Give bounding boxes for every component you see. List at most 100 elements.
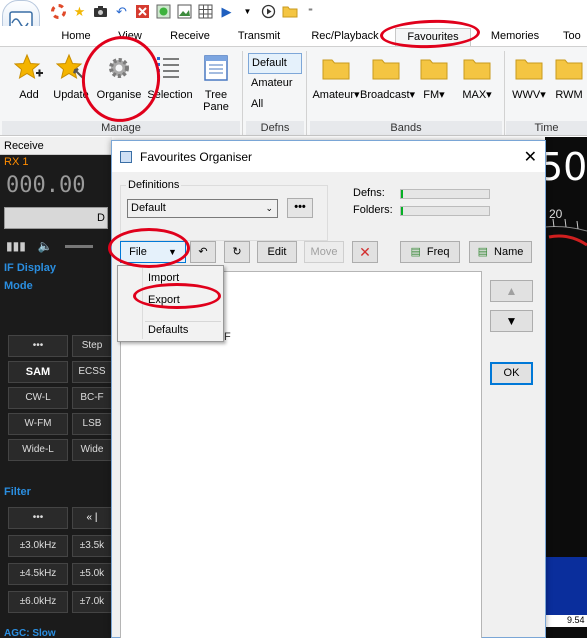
refresh-button[interactable]: ↻ bbox=[224, 241, 250, 263]
sort-freq-button[interactable]: ▤ Freq bbox=[400, 241, 460, 263]
file-menu-button[interactable]: File ▼ bbox=[120, 241, 186, 263]
move-down-button[interactable]: ▼ bbox=[490, 310, 533, 332]
scale-tick-label: 20 bbox=[549, 207, 563, 221]
rx-label: RX 1 bbox=[4, 156, 29, 168]
play-circle-icon[interactable] bbox=[260, 3, 277, 20]
menu-item-defaults[interactable]: Defaults bbox=[148, 320, 188, 340]
filter-3k0-button[interactable]: ±3.0kHz bbox=[8, 535, 68, 557]
menu-item-export[interactable]: Export bbox=[148, 290, 180, 310]
frequency-display[interactable]: 000.00 bbox=[0, 169, 112, 203]
manage-group-label: Manage bbox=[2, 121, 240, 135]
mode-more-button[interactable]: ••• bbox=[8, 335, 68, 357]
delete-button[interactable]: ✕ bbox=[352, 241, 378, 263]
speaker-icon[interactable]: 🔈 bbox=[38, 239, 53, 253]
bands-max-button[interactable]: MAX▾ bbox=[460, 53, 494, 101]
tab-memories[interactable]: Memories bbox=[484, 28, 546, 46]
close-icon[interactable]: ✕ bbox=[524, 147, 537, 167]
signal-bars-icon: ▮▮▮ bbox=[6, 239, 26, 253]
tab-rec-playback[interactable]: Rec/Playback bbox=[306, 28, 384, 46]
grid-icon[interactable] bbox=[197, 3, 214, 20]
mode-lsb-button[interactable]: LSB bbox=[72, 413, 112, 435]
edit-button[interactable]: Edit bbox=[257, 241, 297, 263]
mode-wfm-button[interactable]: W-FM bbox=[8, 413, 68, 435]
sort-name-button[interactable]: ▤ Name bbox=[469, 241, 532, 263]
mode-widel-button[interactable]: Wide-L bbox=[8, 439, 68, 461]
bands-broadcast-label: Broadcast bbox=[360, 89, 410, 101]
menu-item-import[interactable]: Import bbox=[148, 268, 179, 288]
ribbon-separator bbox=[306, 51, 307, 135]
delete-x-icon: ✕ bbox=[359, 244, 371, 260]
mode-cwl-button[interactable]: CW-L bbox=[8, 387, 68, 409]
quick-access-toolbar: ★ ↶ ▶ ▼ ⁼ bbox=[0, 0, 587, 44]
tab-view[interactable]: View bbox=[110, 28, 150, 46]
image-icon[interactable] bbox=[176, 3, 193, 20]
bands-amateur-button[interactable]: Amateur▾ bbox=[312, 53, 360, 101]
lifebuoy-icon[interactable] bbox=[50, 3, 67, 20]
time-wwv-button[interactable]: WWV▾ bbox=[510, 53, 548, 101]
folders-stat-label: Folders: bbox=[353, 204, 393, 216]
undo-icon[interactable]: ↶ bbox=[113, 3, 130, 20]
demod-bar-text: D bbox=[97, 212, 105, 224]
tab-tools[interactable]: Too bbox=[563, 28, 587, 46]
defns-stat-label: Defns: bbox=[353, 187, 385, 199]
folder-icon[interactable] bbox=[281, 3, 298, 20]
mode-ecss-button[interactable]: ECSS bbox=[72, 361, 112, 383]
dropdown-arrow-icon[interactable]: ▼ bbox=[239, 3, 256, 20]
definitions-select-value: Default bbox=[131, 202, 166, 214]
customize-icon[interactable]: ⁼ bbox=[302, 3, 319, 20]
tab-receive[interactable]: Receive bbox=[164, 28, 216, 46]
chevron-down-icon: ⌄ bbox=[265, 203, 273, 213]
definitions-more-button[interactable]: ••• bbox=[287, 198, 313, 218]
receive-panel: Receive RX 1 000.00 D ▮▮▮ 🔈 IF Display M… bbox=[0, 137, 112, 638]
move-up-button[interactable]: ▲ bbox=[490, 280, 533, 302]
filter-4k5-button[interactable]: ±4.5kHz bbox=[8, 563, 68, 585]
defns-amateur-item[interactable]: Amateur bbox=[248, 74, 302, 95]
filter-3k5-button[interactable]: ±3.5k bbox=[72, 535, 112, 557]
record-green-icon[interactable] bbox=[155, 3, 172, 20]
tree-label: Tree bbox=[204, 89, 228, 101]
tree-pane-button[interactable]: Tree Pane bbox=[198, 53, 234, 113]
filter-7k0-button[interactable]: ±7.0k bbox=[72, 591, 112, 613]
add-label: Add bbox=[19, 89, 39, 101]
volume-slider[interactable] bbox=[64, 244, 93, 248]
undo-button[interactable]: ↶ bbox=[190, 241, 216, 263]
receive-panel-header: Receive bbox=[0, 137, 112, 155]
play-icon[interactable]: ▶ bbox=[218, 3, 235, 20]
arrow-down-icon: ▼ bbox=[505, 314, 518, 328]
demod-bar[interactable]: D bbox=[4, 207, 108, 229]
time-rwm-label: RWM bbox=[555, 89, 583, 101]
bands-fm-button[interactable]: FM▾ bbox=[418, 53, 450, 101]
add-button[interactable]: Add bbox=[12, 53, 46, 101]
menu-gutter bbox=[142, 268, 143, 339]
mode-sam-button[interactable]: SAM bbox=[8, 361, 68, 383]
close-red-icon[interactable] bbox=[134, 3, 151, 20]
bands-group-label: Bands bbox=[310, 121, 502, 135]
tab-transmit[interactable]: Transmit bbox=[230, 28, 288, 46]
camera-icon[interactable] bbox=[92, 3, 109, 20]
ok-button[interactable]: OK bbox=[490, 362, 533, 385]
filter-more-button[interactable]: ••• bbox=[8, 507, 68, 529]
bands-amateur-label: Amateur bbox=[312, 89, 355, 101]
mode-bcf-button[interactable]: BC-F bbox=[72, 387, 112, 409]
filter-6k0-button[interactable]: ±6.0kHz bbox=[8, 591, 68, 613]
bands-max-label: MAX bbox=[462, 89, 487, 101]
time-rwm-button[interactable]: RWM bbox=[552, 53, 586, 101]
filter-5k0-button[interactable]: ±5.0k bbox=[72, 563, 112, 585]
definitions-select[interactable]: Default ⌄ bbox=[127, 199, 278, 218]
defns-all-item[interactable]: All bbox=[248, 95, 302, 116]
tab-favourites[interactable]: Favourites bbox=[395, 28, 471, 46]
tab-home[interactable]: Home bbox=[56, 28, 96, 46]
mode-wide-button[interactable]: Wide bbox=[72, 439, 112, 461]
defns-default-item[interactable]: Default bbox=[248, 53, 302, 74]
organise-button[interactable]: Organise bbox=[94, 53, 144, 101]
mode-step-button[interactable]: Step bbox=[72, 335, 112, 357]
move-button[interactable]: Move bbox=[304, 241, 344, 263]
if-display-label: IF Display bbox=[0, 259, 112, 277]
filter-adjust-button[interactable]: « | bbox=[72, 507, 112, 529]
defns-list: Default Amateur All bbox=[248, 53, 302, 116]
bands-broadcast-button[interactable]: Broadcast▾ bbox=[360, 53, 415, 101]
update-button[interactable]: Update bbox=[50, 53, 92, 101]
time-wwv-label: WWV bbox=[512, 89, 541, 101]
favourite-star-icon[interactable]: ★ bbox=[71, 3, 88, 20]
selection-button[interactable]: Selection bbox=[146, 53, 194, 101]
